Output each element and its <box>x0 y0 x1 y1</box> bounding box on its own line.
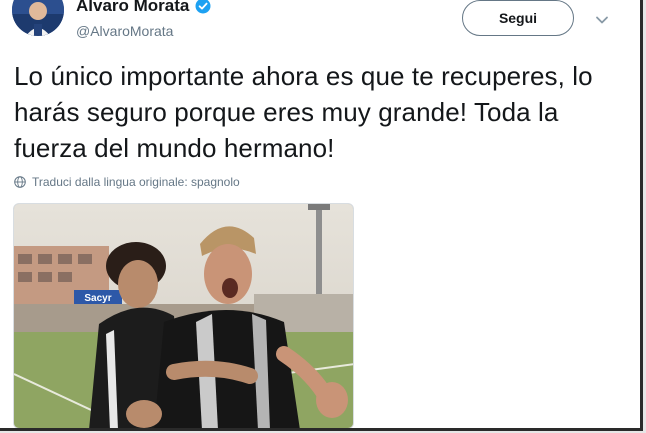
tweet-card: Alvaro Morata @AlvaroMorata Segui Lo úni… <box>0 0 643 431</box>
display-name[interactable]: Alvaro Morata <box>76 0 189 16</box>
verified-badge-icon <box>195 0 211 14</box>
tweet-text: Lo único importante ahora es que te recu… <box>14 61 593 163</box>
author-handle[interactable]: @AlvaroMorata <box>76 23 173 39</box>
photo-illustration: Sacyr <box>14 204 353 428</box>
tweet-photo[interactable]: Sacyr <box>13 203 354 428</box>
follow-button[interactable]: Segui <box>462 0 574 36</box>
globe-icon <box>14 176 26 188</box>
avatar-image <box>12 0 64 36</box>
translate-link[interactable]: Traduci dalla lingua originale: spagnolo <box>14 175 240 189</box>
avatar[interactable] <box>12 0 64 36</box>
chevron-down-icon[interactable] <box>592 10 612 30</box>
translate-label: Traduci dalla lingua originale: spagnolo <box>32 175 240 189</box>
banner-text: Sacyr <box>84 293 111 304</box>
author-name-row: Alvaro Morata <box>76 0 211 16</box>
